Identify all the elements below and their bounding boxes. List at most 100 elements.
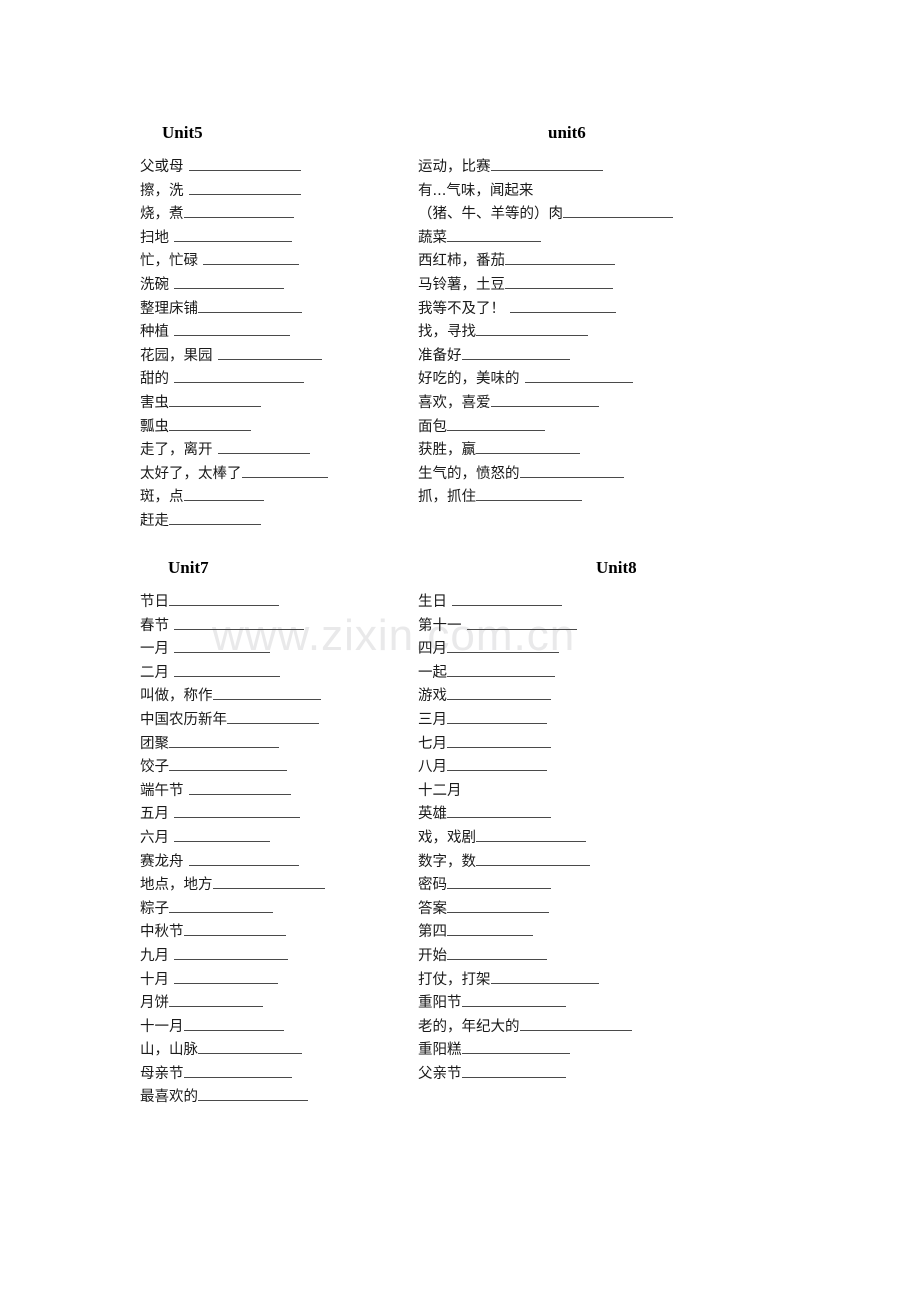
answer-blank[interactable] <box>174 323 290 337</box>
vocab-entry: 九月 <box>140 945 440 969</box>
vocab-term: 地点，地方 <box>140 877 213 894</box>
answer-blank[interactable] <box>490 970 599 984</box>
answer-blank[interactable] <box>169 994 263 1008</box>
answer-blank[interactable] <box>461 1041 570 1055</box>
answer-blank[interactable] <box>452 593 562 606</box>
vocab-entry: 扫地 <box>140 227 440 251</box>
answer-blank[interactable] <box>169 593 279 606</box>
answer-blank[interactable] <box>169 394 261 407</box>
vocab-entry: 二月 <box>140 662 440 686</box>
answer-blank[interactable] <box>188 181 301 195</box>
vocab-entry: 蔬菜 <box>418 227 748 251</box>
answer-blank[interactable] <box>203 252 299 266</box>
answer-blank[interactable] <box>241 464 328 478</box>
vocab-term: 五月 <box>140 806 169 823</box>
answer-blank[interactable] <box>476 323 588 337</box>
vocab-entry: 甜的 <box>140 368 440 392</box>
answer-blank[interactable] <box>183 1065 292 1078</box>
answer-blank[interactable] <box>174 616 304 630</box>
answer-blank[interactable] <box>183 1017 284 1031</box>
answer-blank[interactable] <box>198 1041 302 1055</box>
vocab-term: 中秋节 <box>140 924 184 941</box>
answer-blank[interactable] <box>174 663 280 677</box>
vocab-term: 密码 <box>418 877 447 894</box>
answer-blank[interactable] <box>174 805 300 819</box>
answer-blank[interactable] <box>447 640 559 654</box>
vocab-entry: 叫做，称作 <box>140 685 440 709</box>
answer-blank[interactable] <box>169 758 287 772</box>
answer-blank[interactable] <box>188 158 301 171</box>
answer-blank[interactable] <box>505 252 615 266</box>
answer-blank[interactable] <box>447 805 551 819</box>
answer-blank[interactable] <box>217 441 310 455</box>
answer-blank[interactable] <box>490 158 603 171</box>
vocab-entry: 花园，果园 <box>140 345 440 369</box>
answer-blank[interactable] <box>447 758 547 772</box>
answer-blank[interactable] <box>212 876 325 890</box>
answer-blank[interactable] <box>198 299 302 313</box>
answer-blank[interactable] <box>174 947 288 960</box>
vocab-list-unit7: 节日 春节 一月 二月 叫做，称作 中国农历新年 团聚 饺子 端午节 五月 六月 赛龙舟 地点，地方粽… <box>140 591 440 1110</box>
answer-blank[interactable] <box>227 711 319 724</box>
vocab-term: 花园，果园 <box>140 347 213 364</box>
answer-blank[interactable] <box>174 370 304 384</box>
vocab-entry: 八月 <box>418 756 748 780</box>
answer-blank[interactable] <box>183 488 264 502</box>
answer-blank[interactable] <box>174 228 292 242</box>
answer-blank[interactable] <box>505 276 613 289</box>
answer-blank[interactable] <box>461 994 566 1008</box>
answer-blank[interactable] <box>476 488 582 502</box>
answer-blank[interactable] <box>198 1088 308 1102</box>
answer-blank[interactable] <box>519 1017 632 1031</box>
answer-blank[interactable] <box>174 970 278 984</box>
answer-blank[interactable] <box>174 276 284 289</box>
vocab-entry: 地点，地方 <box>140 874 440 898</box>
answer-blank[interactable] <box>447 876 551 890</box>
answer-blank[interactable] <box>510 299 616 313</box>
answer-blank[interactable] <box>169 899 273 913</box>
vocab-term: 有...气味，闻起来 <box>418 182 534 199</box>
vocab-entry: 团聚 <box>140 733 440 757</box>
answer-blank[interactable] <box>169 734 279 748</box>
answer-blank[interactable] <box>447 417 545 431</box>
vocab-entry: 运动，比赛 <box>418 156 748 180</box>
answer-blank[interactable] <box>461 1065 566 1078</box>
answer-blank[interactable] <box>519 464 624 478</box>
answer-blank[interactable] <box>490 394 599 407</box>
answer-blank[interactable] <box>447 923 533 937</box>
answer-blank[interactable] <box>447 663 555 677</box>
answer-blank[interactable] <box>212 687 321 701</box>
answer-blank[interactable] <box>188 781 291 795</box>
answer-blank[interactable] <box>447 899 549 913</box>
vocab-entry: 准备好 <box>418 345 748 369</box>
vocab-entry: 西红柿，番茄 <box>418 250 748 274</box>
unit-title-unit5: Unit5 <box>162 123 203 142</box>
answer-blank[interactable] <box>183 205 294 219</box>
answer-blank[interactable] <box>174 829 270 842</box>
answer-blank[interactable] <box>476 829 586 842</box>
answer-blank[interactable] <box>563 205 673 219</box>
answer-blank[interactable] <box>169 417 251 431</box>
answer-blank[interactable] <box>183 923 286 937</box>
vocab-term: 斑，点 <box>140 489 184 506</box>
answer-blank[interactable] <box>447 228 541 242</box>
answer-blank[interactable] <box>466 616 577 630</box>
vocab-entry: 种植 <box>140 321 440 345</box>
vocab-entry: 重阳糕 <box>418 1039 748 1063</box>
answer-blank[interactable] <box>174 640 270 654</box>
answer-blank[interactable] <box>447 947 547 960</box>
answer-blank[interactable] <box>447 734 551 748</box>
answer-blank[interactable] <box>217 346 322 360</box>
answer-blank[interactable] <box>188 852 299 866</box>
answer-blank[interactable] <box>524 370 633 384</box>
answer-blank[interactable] <box>476 441 580 455</box>
vocab-term: 赶走 <box>140 512 169 529</box>
answer-blank[interactable] <box>447 711 547 724</box>
answer-blank[interactable] <box>476 852 590 866</box>
vocab-term: 扫地 <box>140 229 169 246</box>
answer-blank[interactable] <box>447 687 551 701</box>
answer-blank[interactable] <box>169 512 261 525</box>
answer-blank[interactable] <box>461 346 570 360</box>
vocab-entry: 找，寻找 <box>418 321 748 345</box>
vocab-entry: 密码 <box>418 874 748 898</box>
